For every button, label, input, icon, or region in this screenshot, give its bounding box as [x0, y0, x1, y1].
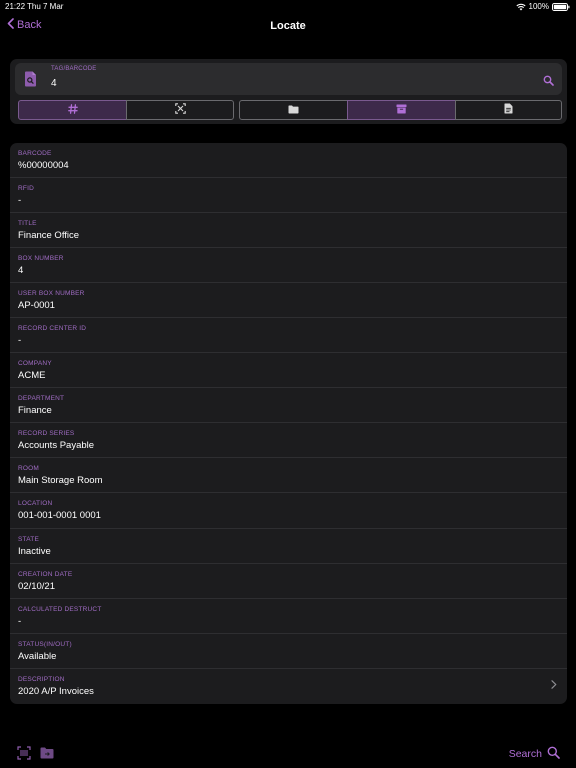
- folder-icon: [288, 101, 299, 119]
- detail-label: BOX NUMBER: [18, 255, 64, 263]
- document-search-icon: [24, 71, 37, 92]
- detail-row-location: LOCATION 001-001-0001 0001: [10, 493, 567, 529]
- detail-row-creation-date: CREATION DATE 02/10/21: [10, 564, 567, 599]
- segment-rfid-mode[interactable]: [126, 100, 234, 120]
- detail-row-barcode: BARCODE %00000004: [10, 143, 567, 179]
- detail-label: STATUS(IN/OUT): [18, 640, 72, 648]
- detail-value: Finance Office: [18, 230, 80, 242]
- status-date: Thu 7 Mar: [27, 2, 64, 11]
- detail-value: Accounts Payable: [18, 440, 95, 452]
- bottom-toolbar: Search: [0, 740, 576, 768]
- detail-value: ACME: [18, 370, 46, 382]
- tag-barcode-label: TAG/BARCODE: [51, 66, 97, 72]
- record-type-segmented-control: [239, 100, 562, 120]
- segment-box[interactable]: [347, 100, 456, 120]
- hash-icon: [67, 101, 78, 119]
- detail-value: 02/10/21: [18, 580, 55, 592]
- navigation-bar: Back Locate: [0, 14, 576, 40]
- detail-row-state: STATE Inactive: [10, 529, 567, 564]
- detail-label: LOCATION: [18, 500, 53, 508]
- detail-row-status: STATUS(IN/OUT) Available: [10, 634, 567, 669]
- detail-row-record-center-id: RECORD CENTER ID -: [10, 318, 567, 354]
- detail-value: -: [18, 615, 22, 627]
- detail-label: CALCULATED DESTRUCT: [18, 605, 102, 613]
- detail-row-calculated-destruct: CALCULATED DESTRUCT -: [10, 599, 567, 634]
- detail-value: Available: [18, 650, 57, 662]
- detail-row-record-series: RECORD SERIES Accounts Payable: [10, 423, 567, 459]
- detail-label: RECORD SERIES: [18, 430, 75, 438]
- detail-label: DESCRIPTION: [18, 675, 65, 683]
- detail-row-user-box-number: USER BOX NUMBER AP-0001: [10, 283, 567, 319]
- status-right: 100%: [515, 2, 570, 11]
- battery-percent: 100%: [528, 2, 549, 11]
- detail-value: Main Storage Room: [18, 475, 103, 487]
- chevron-right-icon: [551, 676, 557, 694]
- detail-row-box-number: BOX NUMBER 4: [10, 248, 567, 284]
- detail-value: -: [18, 195, 22, 207]
- detail-row-department: DEPARTMENT Finance: [10, 388, 567, 424]
- detail-label: RFID: [18, 185, 34, 193]
- detail-label: ROOM: [18, 465, 40, 473]
- search-icon[interactable]: [543, 73, 554, 91]
- box-icon: [396, 101, 407, 119]
- detail-label: BARCODE: [18, 150, 52, 157]
- folder-move-icon[interactable]: [40, 746, 54, 764]
- document-icon: [504, 101, 513, 119]
- detail-label: STATE: [18, 535, 39, 543]
- battery-icon: [552, 2, 570, 11]
- search-icon: [547, 746, 560, 762]
- detail-label: USER BOX NUMBER: [18, 290, 85, 298]
- detail-row-title: TITLE Finance Office: [10, 213, 567, 249]
- detail-label: CREATION DATE: [18, 570, 73, 578]
- detail-row-description[interactable]: DESCRIPTION 2020 A/P Invoices: [10, 669, 567, 704]
- tag-barcode-value: 4: [51, 78, 57, 89]
- detail-label: DEPARTMENT: [18, 395, 65, 403]
- detail-value: 2020 A/P Invoices: [18, 685, 94, 697]
- tag-barcode-field[interactable]: TAG/BARCODE 4: [15, 63, 562, 95]
- search-button-label: Search: [508, 748, 542, 760]
- record-details-list: BARCODE %00000004 RFID - TITLE Finance O…: [10, 143, 567, 704]
- detail-row-company: COMPANY ACME: [10, 353, 567, 389]
- scan-rfid-icon: [174, 101, 186, 119]
- segment-barcode-mode[interactable]: [18, 100, 127, 120]
- detail-label: COMPANY: [18, 360, 52, 368]
- detail-label: TITLE: [18, 220, 37, 228]
- detail-value: AP-0001: [18, 300, 55, 312]
- detail-row-rfid: RFID -: [10, 178, 567, 214]
- status-bar: 21:22 Thu 7 Mar 100%: [0, 0, 576, 14]
- detail-value: Inactive: [18, 545, 51, 557]
- wifi-icon: [515, 3, 526, 11]
- detail-value: Finance: [18, 405, 52, 417]
- detail-value: %00000004: [18, 160, 69, 171]
- status-time: 21:22: [5, 2, 26, 11]
- search-button[interactable]: Search: [509, 746, 560, 762]
- detail-label: RECORD CENTER ID: [18, 325, 87, 333]
- detail-value: 001-001-0001 0001: [18, 510, 101, 522]
- search-mode-segmented-control: [18, 100, 234, 120]
- detail-row-room: ROOM Main Storage Room: [10, 458, 567, 494]
- barcode-scan-icon[interactable]: [17, 746, 31, 765]
- segment-folder[interactable]: [239, 100, 348, 120]
- detail-value: -: [18, 335, 22, 347]
- page-title: Locate: [270, 20, 306, 32]
- detail-value: 4: [18, 265, 24, 277]
- segment-document[interactable]: [455, 100, 562, 120]
